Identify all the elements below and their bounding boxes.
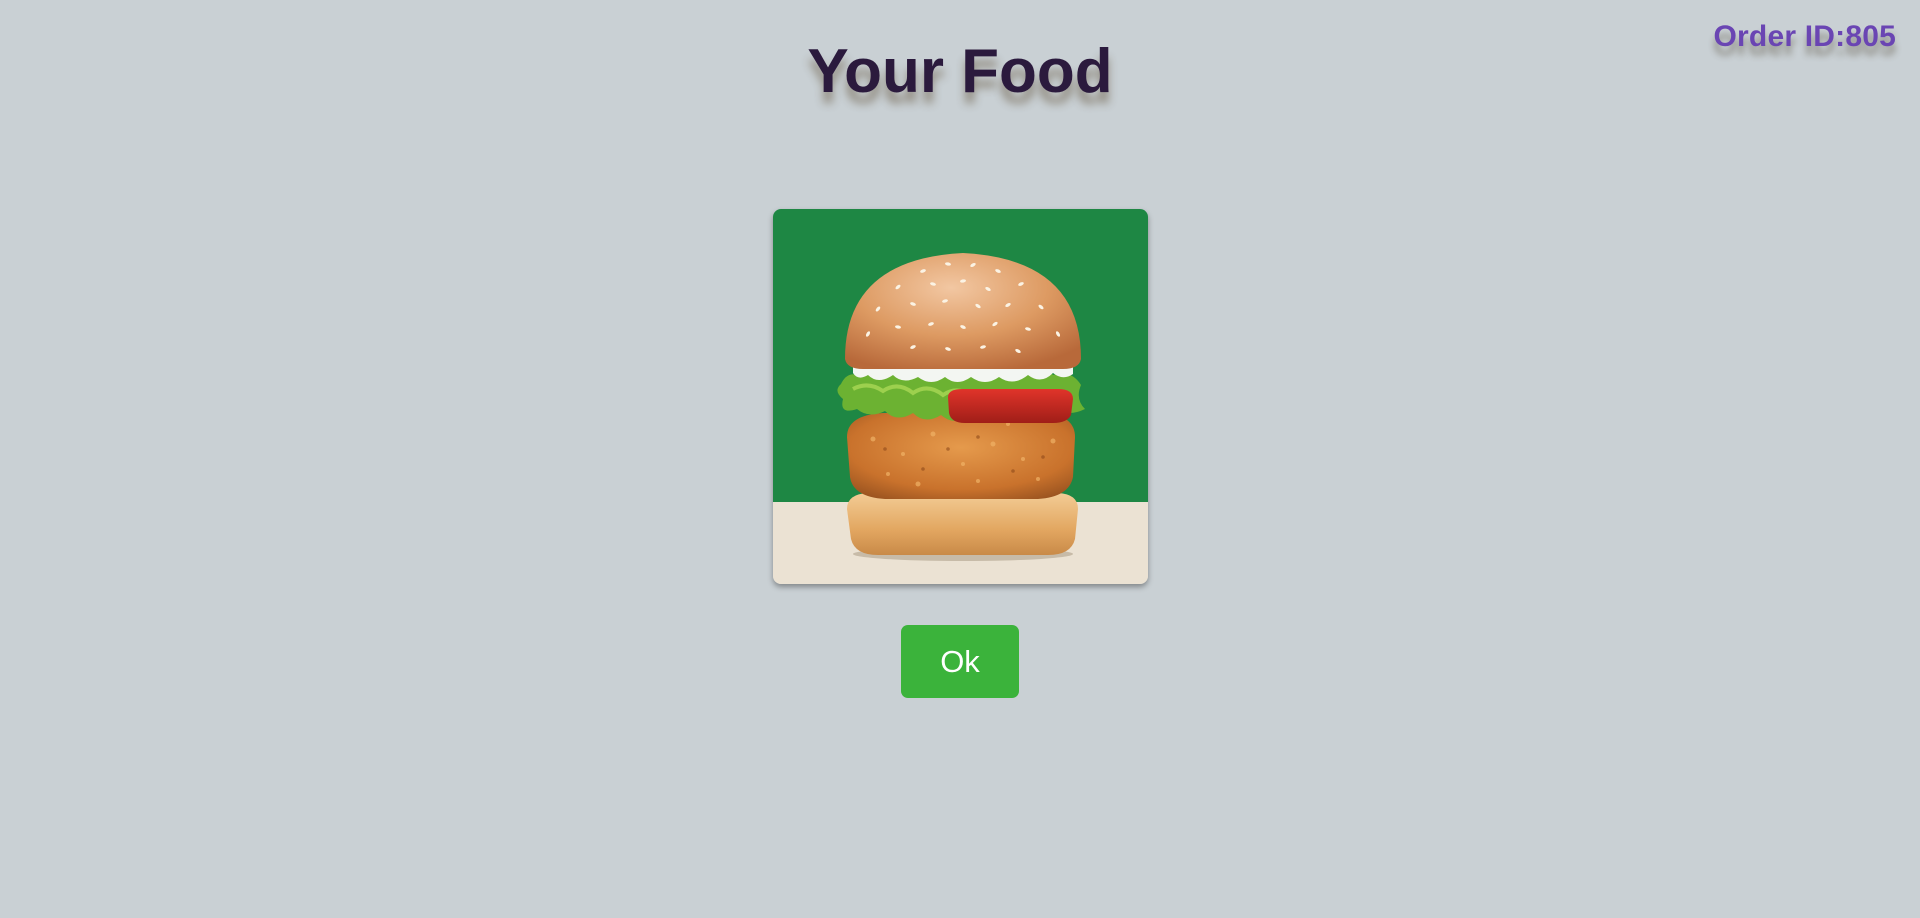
page: Order ID:805 Your Food Ok <box>0 0 1920 918</box>
food-image-card <box>773 209 1148 584</box>
burger-image <box>773 209 1148 584</box>
page-title: Your Food <box>807 37 1113 106</box>
ok-button[interactable]: Ok <box>901 625 1019 698</box>
